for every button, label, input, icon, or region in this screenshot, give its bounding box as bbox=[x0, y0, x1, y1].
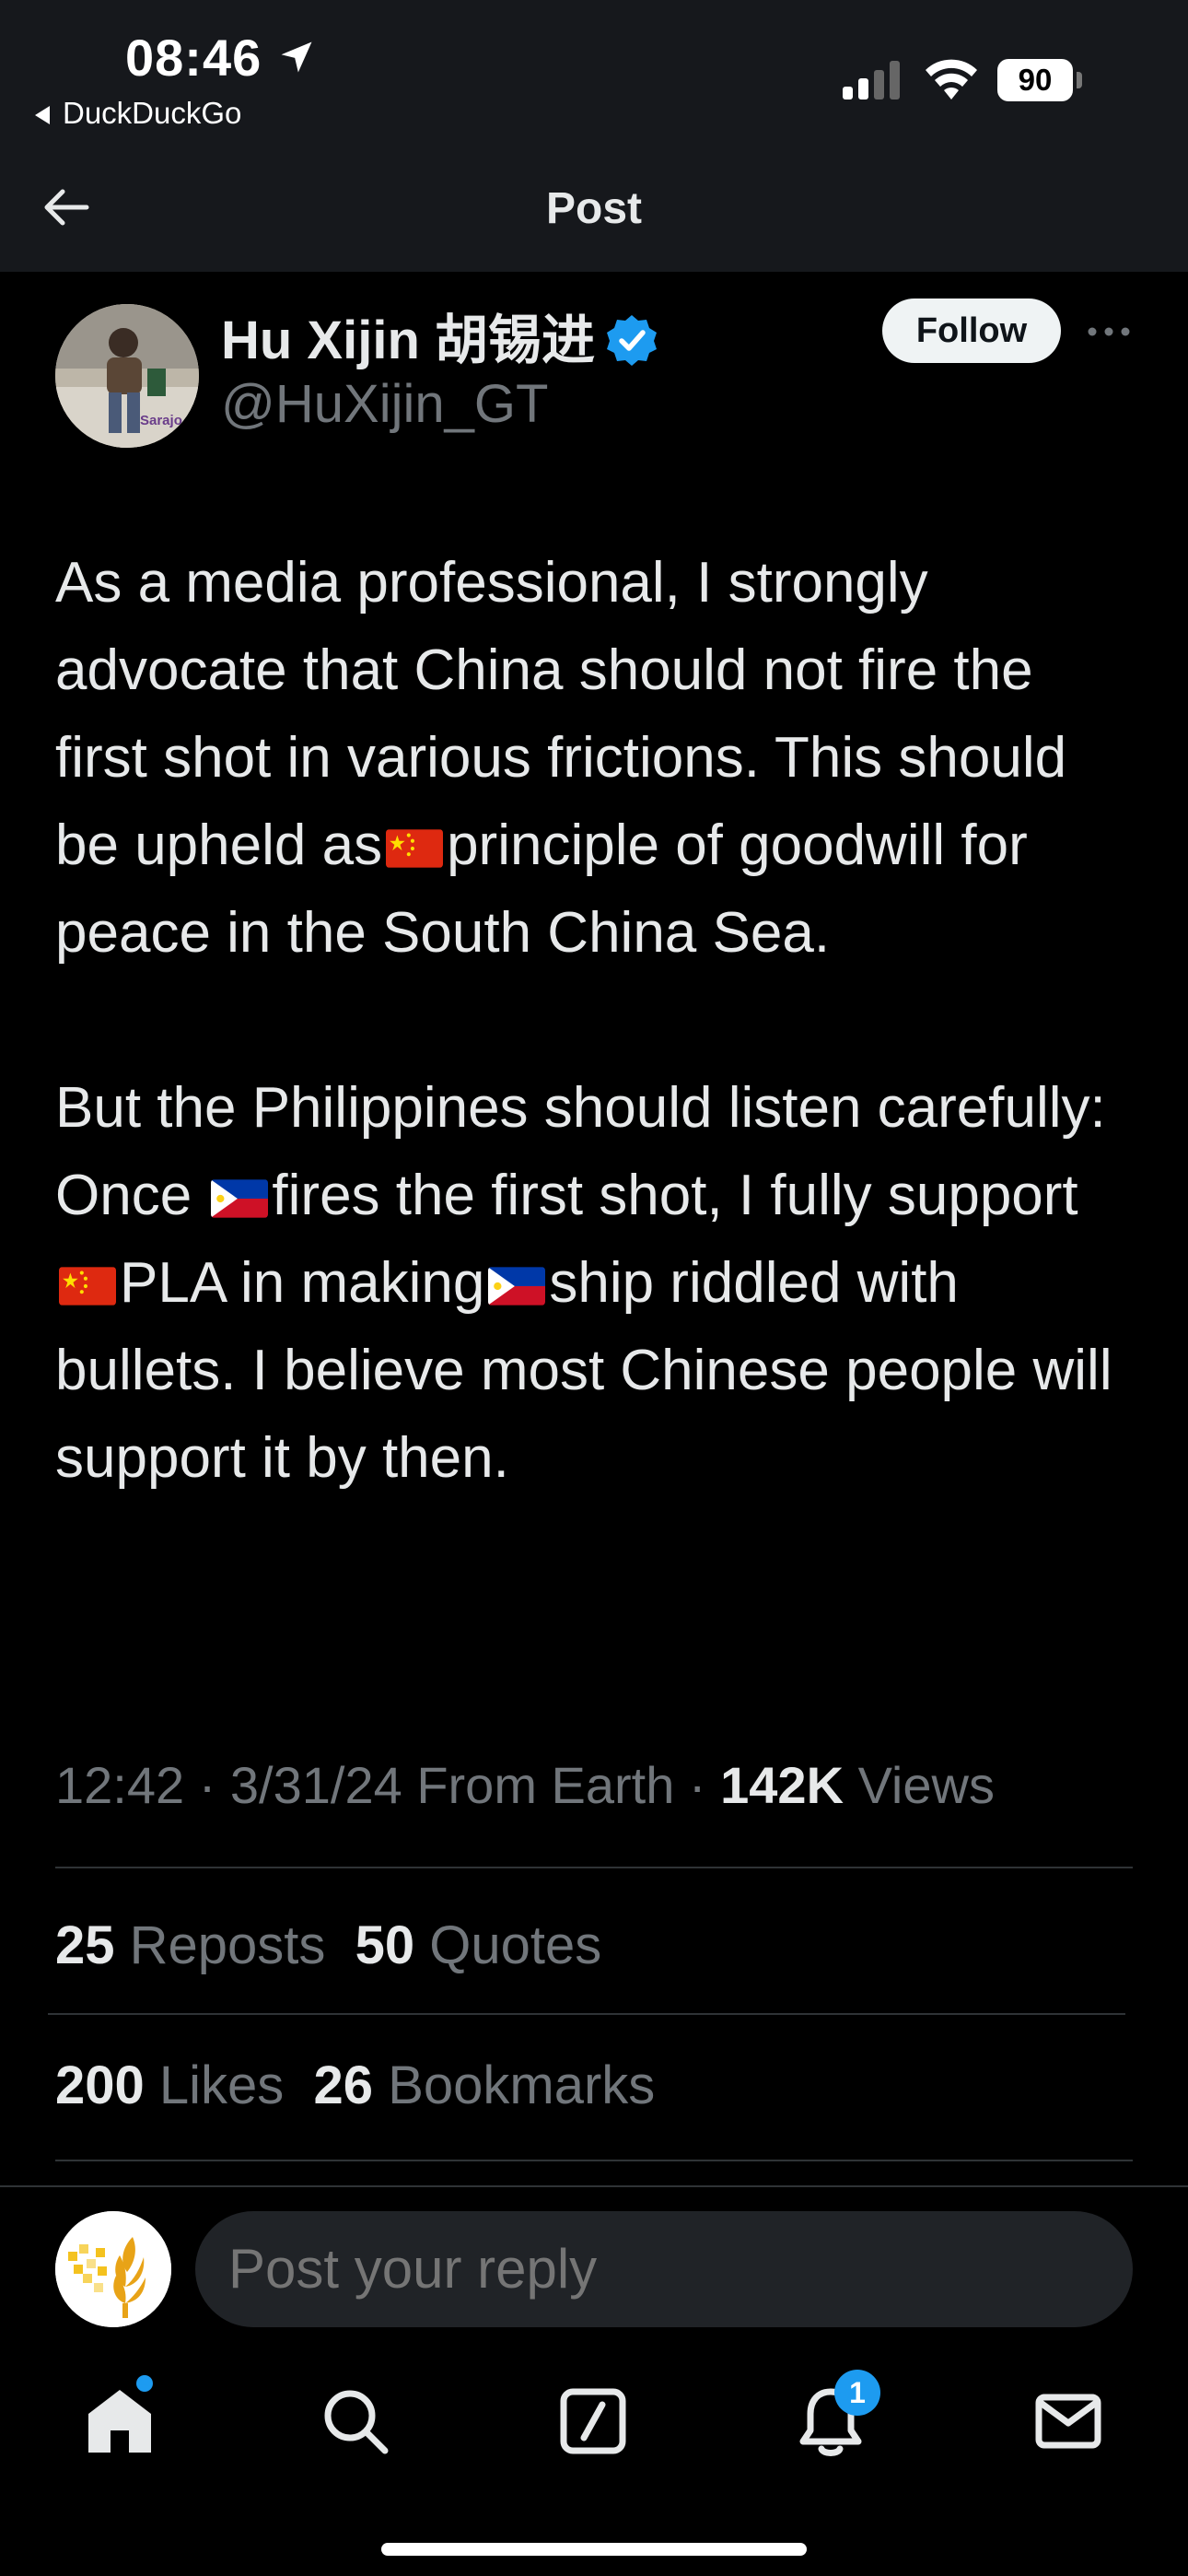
post-paragraph-1: As a media professional, I strongly advo… bbox=[55, 551, 1067, 965]
divider bbox=[48, 2013, 1125, 2015]
status-bar: 08:46 DuckDuckGo 90 bbox=[0, 0, 1188, 143]
post-meta: 12:42 · 3/31/24 From Earth · 142K Views bbox=[55, 1756, 995, 1814]
post-body: As a media professional, I strongly advo… bbox=[55, 539, 1137, 1502]
philippines-flag-icon bbox=[488, 1267, 546, 1306]
back-to-app-link[interactable]: DuckDuckGo bbox=[35, 96, 241, 131]
author-avatar[interactable]: Sarajo bbox=[55, 304, 199, 448]
wheat-logo-icon bbox=[55, 2211, 171, 2327]
bookmarks-link[interactable]: 26 Bookmarks bbox=[314, 2055, 656, 2115]
views-label: Views bbox=[857, 1756, 995, 1814]
messages-icon[interactable] bbox=[1031, 2384, 1105, 2458]
post-time[interactable]: 12:42 bbox=[55, 1756, 184, 1814]
bottom-tab-bar: 1 bbox=[0, 2346, 1188, 2576]
quotes-link[interactable]: 50 Quotes bbox=[355, 1915, 602, 1975]
verified-badge-icon bbox=[607, 315, 658, 366]
back-app-label: DuckDuckGo bbox=[63, 96, 242, 130]
china-flag-icon bbox=[59, 1267, 116, 1306]
home-icon[interactable] bbox=[83, 2384, 157, 2458]
page-header: Post bbox=[0, 143, 1188, 272]
author-handle[interactable]: @HuXijin_GT bbox=[221, 373, 548, 435]
post-date[interactable]: 3/31/24 bbox=[230, 1756, 402, 1814]
user-avatar[interactable] bbox=[55, 2211, 171, 2327]
likes-link[interactable]: 200 Likes bbox=[55, 2055, 284, 2115]
wifi-icon bbox=[926, 59, 977, 100]
divider bbox=[55, 1867, 1133, 1868]
page-title: Post bbox=[545, 184, 642, 233]
author-name-row[interactable]: Hu Xijin 胡锡进 bbox=[221, 297, 659, 374]
status-time: 08:46 bbox=[125, 29, 262, 87]
back-triangle-icon bbox=[35, 106, 50, 125]
likes-bookmarks-stats: 200 Likes 26 Bookmarks bbox=[55, 2055, 655, 2116]
avatar-caption: Sarajo bbox=[140, 413, 182, 428]
search-icon[interactable] bbox=[319, 2384, 392, 2458]
reply-input[interactable] bbox=[195, 2211, 1133, 2327]
divider bbox=[55, 2160, 1133, 2161]
battery-indicator: 90 bbox=[997, 59, 1084, 101]
philippines-flag-icon bbox=[211, 1179, 269, 1218]
author-name: Hu Xijin 胡锡进 bbox=[221, 310, 596, 370]
reply-bar bbox=[0, 2185, 1188, 2346]
home-unread-dot bbox=[136, 2375, 153, 2392]
home-indicator bbox=[381, 2543, 807, 2556]
repost-quote-stats: 25 Reposts 50 Quotes bbox=[55, 1914, 601, 1976]
views-count: 142K bbox=[720, 1756, 844, 1814]
post-source: From Earth bbox=[416, 1756, 675, 1814]
location-arrow-icon bbox=[281, 41, 312, 73]
post-paragraph-2: But the Philippines should listen carefu… bbox=[55, 1076, 1112, 1490]
battery-percent: 90 bbox=[1018, 63, 1053, 97]
reposts-link[interactable]: 25 Reposts bbox=[55, 1915, 325, 1975]
grok-icon[interactable] bbox=[556, 2384, 630, 2458]
cellular-signal-icon bbox=[843, 61, 900, 100]
follow-button[interactable]: Follow bbox=[882, 299, 1061, 363]
more-options-icon[interactable] bbox=[1083, 313, 1135, 350]
notifications-badge: 1 bbox=[834, 2370, 880, 2416]
china-flag-icon bbox=[386, 829, 444, 868]
